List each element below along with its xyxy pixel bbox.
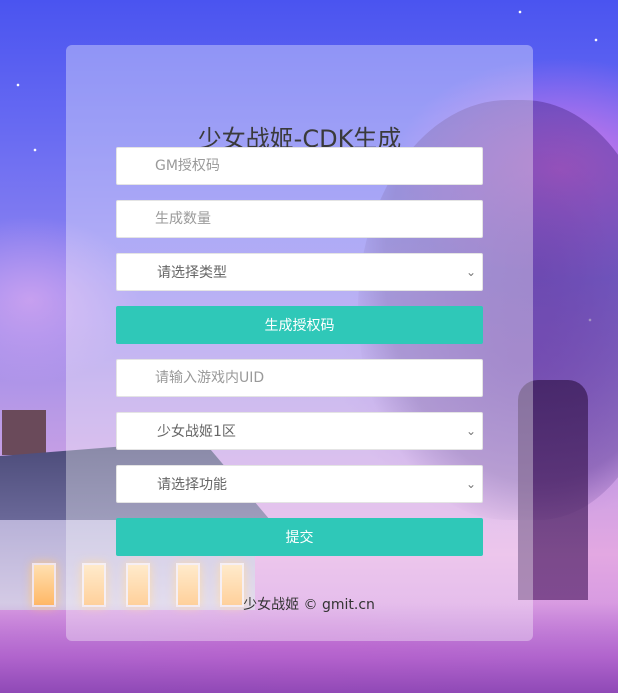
footer-copyright: 少女战姬 © gmit.cn bbox=[243, 597, 375, 613]
function-select-value: 请选择功能 bbox=[157, 477, 227, 493]
type-select-value: 请选择类型 bbox=[157, 265, 227, 281]
quantity-input[interactable] bbox=[116, 200, 483, 238]
chevron-down-icon: ⌄ bbox=[465, 265, 477, 279]
server-select[interactable]: 少女战姬1区 ⌄ bbox=[116, 412, 483, 450]
generate-code-button[interactable]: 生成授权码 bbox=[116, 306, 483, 344]
type-select[interactable]: 请选择类型 ⌄ bbox=[116, 253, 483, 291]
uid-input[interactable] bbox=[116, 359, 483, 397]
chimney-decoration bbox=[2, 410, 46, 455]
server-select-value: 少女战姬1区 bbox=[157, 424, 236, 440]
gm-code-input[interactable] bbox=[116, 147, 483, 185]
chevron-down-icon: ⌄ bbox=[465, 424, 477, 438]
chevron-down-icon: ⌄ bbox=[465, 477, 477, 491]
function-select[interactable]: 请选择功能 ⌄ bbox=[116, 465, 483, 503]
submit-button[interactable]: 提交 bbox=[116, 518, 483, 556]
